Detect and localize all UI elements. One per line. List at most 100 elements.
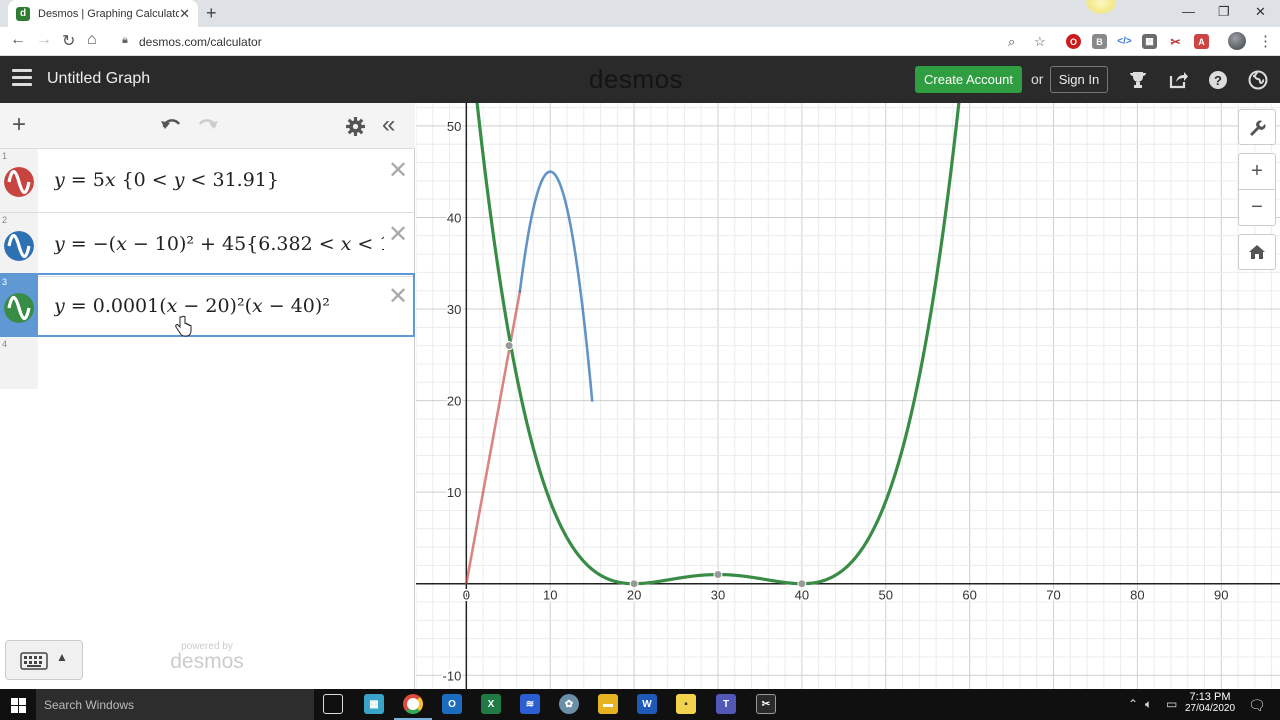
minimize-button[interactable]: — (1182, 4, 1195, 19)
y-tick-label: 20 (447, 394, 461, 409)
settings-gear-icon[interactable] (345, 116, 366, 142)
restore-button[interactable]: ❐ (1218, 4, 1230, 20)
b-extension-icon[interactable]: B (1092, 34, 1107, 49)
graph-color-toggle-icon[interactable] (4, 231, 34, 261)
code-extension-icon[interactable]: </> (1117, 34, 1132, 49)
undo-icon[interactable] (160, 115, 182, 140)
expression-row[interactable]: 2 y = −(x − 10)² + 45{6.382 < x < 15 ✕ (0, 213, 415, 277)
new-tab-button[interactable]: + (206, 3, 217, 24)
volume-icon[interactable]: 🔈︎ (1145, 697, 1152, 712)
grid-extension-icon[interactable]: ▦ (1142, 34, 1157, 49)
point-of-interest[interactable] (713, 570, 723, 580)
delete-expression-icon[interactable]: ✕ (388, 159, 408, 183)
word-app-icon[interactable]: W (637, 694, 657, 714)
cursor-highlight (1086, 0, 1116, 14)
outlook-app-icon[interactable]: O (442, 694, 462, 714)
zoom-out-button[interactable]: − (1238, 189, 1276, 226)
teams-app-icon[interactable]: T (716, 694, 736, 714)
x-tick-label: 80 (1130, 588, 1144, 603)
zoom-icon[interactable]: ⌕ (1008, 34, 1015, 50)
x-tick-label: 50 (879, 588, 893, 603)
expression-formula[interactable]: y = 5x {0 < y < 31.91} (54, 169, 384, 191)
chrome-menu-icon[interactable]: ⋮ (1258, 32, 1273, 50)
excel-app-icon[interactable]: X (481, 694, 501, 714)
expression-gutter: 4 (0, 337, 38, 389)
lock-icon: 🔒︎ (122, 34, 128, 46)
reload-icon[interactable]: ↻ (62, 31, 75, 51)
x-tick-label: 10 (543, 588, 557, 603)
x-tick-label: 30 (711, 588, 725, 603)
add-item-icon[interactable]: + (12, 111, 26, 139)
chrome-app-icon[interactable] (403, 694, 423, 714)
browser-tab-desmos[interactable]: d Desmos | Graphing Calculator ✕ (8, 0, 198, 27)
graph-paper[interactable]: 0 10 20 30 40 50 60 70 80 90 50 40 30 20 10 -10 (416, 103, 1280, 689)
graph-title[interactable]: Untitled Graph (47, 70, 150, 88)
clock-date: 27/04/2020 (1184, 703, 1236, 714)
snip-app-icon[interactable]: ✂ (756, 694, 776, 714)
or-label: or (1031, 71, 1044, 87)
delete-expression-icon[interactable]: ✕ (388, 223, 408, 247)
settings-app-icon[interactable]: ✿ (559, 694, 579, 714)
tray-chevron-icon[interactable]: ⌃ (1128, 697, 1138, 711)
share-icon[interactable] (1168, 70, 1188, 90)
forward-arrow-icon[interactable]: → (36, 31, 52, 49)
tab-close-icon[interactable]: ✕ (179, 6, 190, 22)
point-of-interest[interactable] (629, 579, 639, 589)
collapse-panel-icon[interactable]: « (382, 111, 395, 139)
bookmark-star-icon[interactable]: ☆ (1034, 34, 1046, 50)
back-arrow-icon[interactable]: ← (10, 31, 26, 49)
y-tick-label: 10 (447, 485, 461, 500)
y-tick-label: 40 (447, 210, 461, 225)
hamburger-menu-icon[interactable] (12, 69, 32, 87)
y-tick-label: 30 (447, 302, 461, 317)
create-account-button[interactable]: Create Account (915, 66, 1022, 93)
pdf-extension-icon[interactable]: A (1194, 34, 1209, 49)
network-icon[interactable]: ▭ (1166, 697, 1177, 711)
help-icon[interactable]: ? (1208, 70, 1228, 90)
point-of-interest[interactable] (797, 579, 807, 589)
globe-icon[interactable] (1248, 70, 1268, 90)
expression-formula[interactable]: y = 0.0001(x − 20)²(x − 40)² (54, 295, 384, 317)
calculator-app-icon[interactable]: ▦ (364, 694, 384, 714)
point-of-interest[interactable] (504, 341, 514, 351)
x-tick-label: 60 (962, 588, 976, 603)
sticky-notes-icon[interactable]: ▪ (676, 694, 696, 714)
expression-row-active[interactable]: 3 y = 0.0001(x − 20)²(x − 40)² ✕ (0, 273, 415, 337)
keypad-toggle-button[interactable]: ▲ (5, 640, 83, 680)
zoom-in-button[interactable]: + (1238, 153, 1276, 189)
layers-app-icon[interactable]: ≋ (520, 694, 540, 714)
url-text: desmos.com/calculator (139, 35, 262, 49)
expression-formula[interactable]: y = −(x − 10)² + 45{6.382 < x < 15 (54, 233, 384, 255)
y-tick-label: -10 (443, 668, 462, 683)
curve-expression-2[interactable] (518, 170, 594, 402)
expression-number: 1 (2, 151, 8, 161)
graph-color-toggle-icon[interactable] (4, 167, 34, 197)
new-expression-row[interactable]: 4 (0, 337, 415, 389)
taskbar-clock[interactable]: 7:13 PM 27/04/2020 (1180, 691, 1240, 714)
file-explorer-icon[interactable]: ▬ (598, 694, 618, 714)
graph-settings-wrench-icon[interactable] (1238, 109, 1276, 145)
sign-in-button[interactable]: Sign In (1050, 66, 1108, 93)
hand-cursor-icon (175, 315, 192, 337)
windows-taskbar: Search Windows ▦ O X ≋ ✿ ▬ W ▪ T ✂ ⌃ 🔈︎ … (0, 689, 1280, 720)
x-tick-label: 20 (627, 588, 641, 603)
powered-by-logo: desmos (170, 650, 244, 673)
task-view-icon[interactable] (323, 694, 343, 714)
opera-extension-icon[interactable]: O (1066, 34, 1081, 49)
graph-color-toggle-icon[interactable] (4, 293, 34, 323)
expression-number: 3 (2, 277, 8, 287)
profile-avatar[interactable] (1228, 32, 1246, 50)
taskbar-search-input[interactable]: Search Windows (36, 689, 314, 720)
home-icon[interactable]: ⌂ (87, 31, 97, 49)
window-close-button[interactable]: ✕ (1255, 4, 1266, 20)
notifications-icon[interactable]: 🗨︎ (1248, 697, 1266, 714)
default-viewport-home-icon[interactable] (1238, 234, 1276, 270)
address-bar[interactable]: 🔒︎ desmos.com/calculator ⌕ ☆ (112, 30, 1060, 53)
trophy-icon[interactable] (1128, 70, 1148, 90)
scissors-extension-icon[interactable]: ✂ (1168, 34, 1183, 49)
windows-start-icon[interactable] (11, 698, 26, 713)
expression-row[interactable]: 1 y = 5x {0 < y < 31.91} ✕ (0, 149, 415, 213)
delete-expression-icon[interactable]: ✕ (388, 285, 408, 309)
powered-by-desmos: powered by desmos (167, 641, 247, 674)
redo-icon[interactable] (197, 115, 219, 140)
